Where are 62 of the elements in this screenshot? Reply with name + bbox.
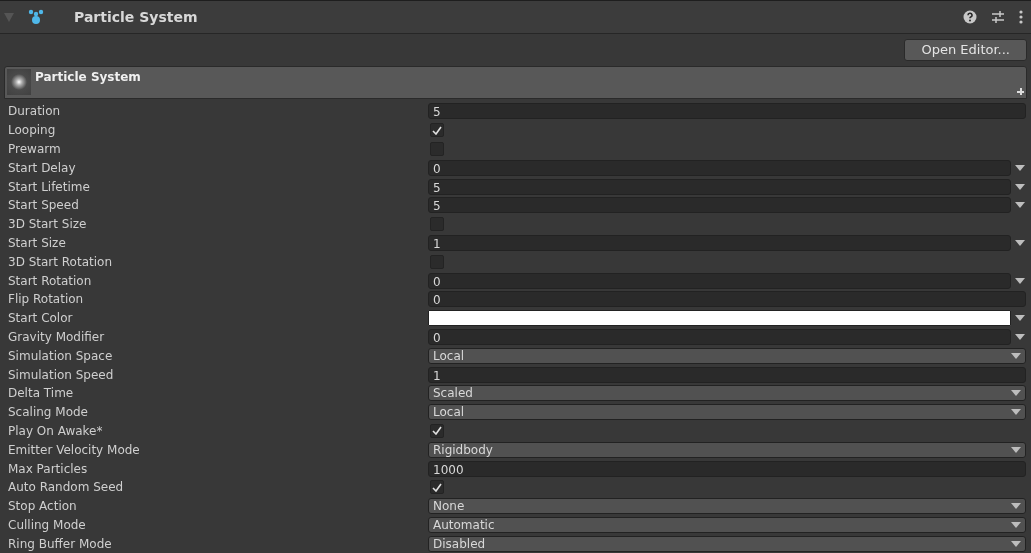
checkbox[interactable] [430,123,444,138]
property-label: 3D Start Size [7,217,88,232]
property-label: Start Rotation [7,273,93,288]
dropdown-arrow-icon[interactable] [1015,315,1025,322]
property-label: Stop Action [7,499,78,514]
property-label: Gravity Modifier [7,329,106,344]
dropdown-arrow-icon[interactable] [1015,164,1025,171]
number-field[interactable]: 5 [428,197,1011,214]
color-swatch[interactable] [428,310,1011,327]
property-label: Ring Buffer Mode [7,536,113,551]
property-label: Start Lifetime [7,179,91,194]
dropdown-arrow-icon[interactable] [1015,183,1025,190]
dropdown[interactable]: Local [428,404,1026,421]
checkbox[interactable] [430,423,444,438]
number-field[interactable]: 1 [428,234,1011,251]
property-label: Play On Awake* [7,423,104,438]
property-label: Auto Random Seed [7,480,125,495]
module-title: Particle System [35,70,141,84]
number-field[interactable]: 1000 [428,460,1026,477]
number-field[interactable]: 5 [428,103,1026,120]
dropdown[interactable]: None [428,498,1026,515]
property-label: Looping [7,123,57,138]
dropdown[interactable]: Rigidbody [428,441,1026,458]
number-field[interactable]: 0 [428,159,1011,176]
component-title: Particle System [74,9,198,25]
dropdown-arrow-icon[interactable] [1015,277,1025,284]
open-editor-button[interactable]: Open Editor... [904,38,1027,61]
property-label: Start Color [7,311,74,326]
property-label: 3D Start Rotation [7,254,113,269]
property-label: Max Particles [7,461,89,476]
module-header[interactable]: Particle System [4,66,1027,99]
dropdown-arrow-icon[interactable] [1015,239,1025,246]
property-label: Start Delay [7,160,77,175]
help-icon[interactable] [963,10,977,24]
dropdown-arrow-icon[interactable] [1015,333,1025,340]
more-icon[interactable] [1019,10,1023,24]
particle-thumbnail-icon [7,69,31,95]
number-field[interactable]: 0 [428,272,1011,289]
property-label: Emitter Velocity Mode [7,442,141,457]
number-field[interactable]: 0 [428,291,1026,308]
property-label: Scaling Mode [7,405,89,420]
property-label: Delta Time [7,386,75,401]
property-label: Start Speed [7,198,80,213]
dropdown[interactable]: Disabled [428,535,1026,552]
particles-icon [28,9,44,25]
sliders-icon[interactable] [991,10,1005,24]
property-label: Start Size [7,235,67,250]
dropdown[interactable]: Scaled [428,385,1026,402]
plus-icon[interactable] [1017,88,1024,95]
number-field[interactable]: 1 [428,366,1026,383]
property-label: Duration [7,104,62,119]
property-label: Simulation Speed [7,367,115,382]
dropdown[interactable]: Automatic [428,516,1026,533]
dropdown[interactable]: Local [428,347,1026,364]
dropdown-arrow-icon[interactable] [1015,202,1025,209]
property-label: Flip Rotation [7,292,85,307]
checkbox[interactable] [430,480,444,495]
number-field[interactable]: 5 [428,178,1011,195]
property-label: Simulation Space [7,348,114,363]
property-label: Prewarm [7,142,62,156]
property-label: Culling Mode [7,517,87,532]
number-field[interactable]: 0 [428,328,1011,345]
